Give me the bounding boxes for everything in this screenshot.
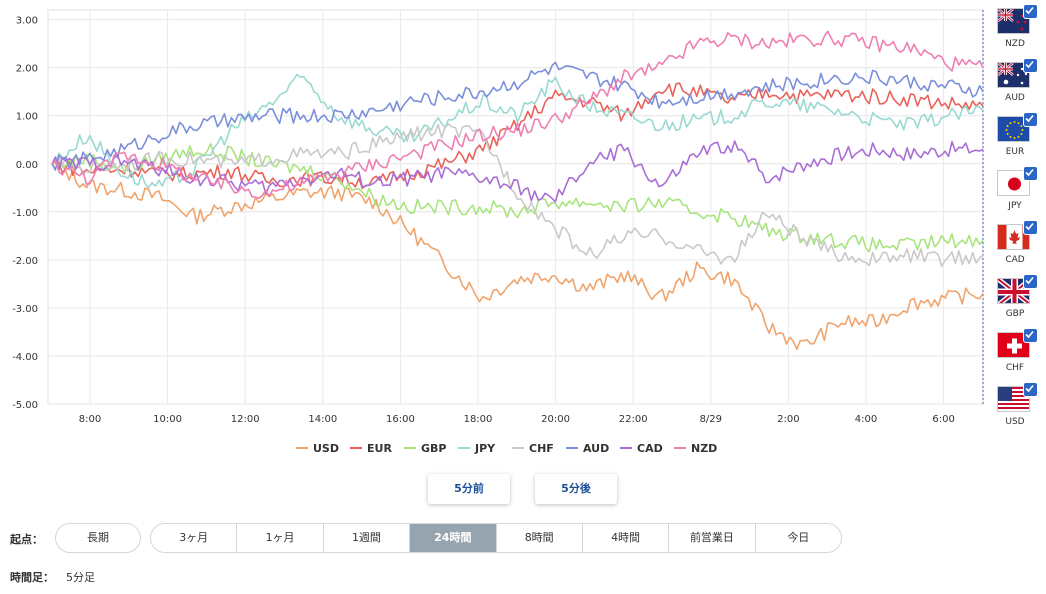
y-tick-label: 1.00 <box>16 112 38 123</box>
legend-item-eur[interactable]: EUR <box>350 442 392 455</box>
legend-label: NZD <box>691 442 717 455</box>
flag-toggle-chf[interactable]: CHF <box>994 328 1038 384</box>
legend-item-gbp[interactable]: GBP <box>404 442 446 455</box>
flag-label: EUR <box>1005 147 1025 157</box>
flag-toggle-jpy[interactable]: JPY <box>994 166 1038 222</box>
flag-toggle-usd[interactable]: USD <box>994 382 1038 438</box>
range-option[interactable]: 3ヶ月 <box>151 524 236 552</box>
checkmark-icon <box>1023 166 1038 181</box>
flag-label: JPY <box>1008 201 1022 211</box>
x-tick-label: 20:00 <box>541 414 570 425</box>
start-point-label: 起点： <box>10 533 43 546</box>
checkmark-icon <box>1023 112 1038 127</box>
flag-toggle-gbp[interactable]: GBP <box>994 274 1038 330</box>
flag-label: GBP <box>1005 309 1025 319</box>
flag-label: CHF <box>1005 363 1025 373</box>
range-selector: 3ヶ月 1ヶ月 1週間 24時間 8時間 4時間 前営業日 今日 <box>150 523 842 553</box>
chart-series <box>51 30 984 350</box>
legend-label: GBP <box>421 442 446 455</box>
legend-item-aud[interactable]: AUD <box>566 442 609 455</box>
legend-item-nzd[interactable]: NZD <box>674 442 717 455</box>
legend-label: USD <box>313 442 339 455</box>
x-tick-label: 14:00 <box>308 414 337 425</box>
x-tick-label: 6:00 <box>932 414 954 425</box>
plot-frame <box>47 9 984 405</box>
prev-5min-button[interactable]: 5分前 <box>428 474 510 504</box>
x-tick-label: 8:00 <box>79 414 101 425</box>
flag-toggle-eur[interactable]: EUR <box>994 112 1038 168</box>
flag-label: USD <box>1005 417 1025 427</box>
range-option[interactable]: 今日 <box>754 524 841 552</box>
line-chart: 3.00 2.00 1.00 0.00 -1.00 -2.00 -3.00 -4.00 -5.0… <box>12 9 984 455</box>
x-tick-label: 18:00 <box>464 414 493 425</box>
flag-toggle-aud[interactable]: AUD <box>994 58 1038 114</box>
legend-label: EUR <box>367 442 392 455</box>
legend-item-jpy[interactable]: JPY <box>458 442 496 455</box>
x-tick-label: 10:00 <box>153 414 182 425</box>
x-tick-label: 16:00 <box>386 414 415 425</box>
checkmark-icon <box>1023 274 1038 289</box>
y-tick-label: 3.00 <box>16 16 38 27</box>
flag-toggle-nzd[interactable]: NZD <box>994 4 1038 60</box>
y-tick-label: -2.00 <box>12 256 38 267</box>
flag-label: AUD <box>1005 93 1025 103</box>
legend-item-usd[interactable]: USD <box>296 442 339 455</box>
flag-label: CAD <box>1005 255 1025 265</box>
range-long-button[interactable]: 長期 <box>55 523 141 553</box>
checkmark-icon <box>1023 382 1038 397</box>
timeframe-label: 時間足： <box>10 571 54 584</box>
x-tick-label: 2:00 <box>777 414 799 425</box>
range-option[interactable]: 1ヶ月 <box>236 524 322 552</box>
flag-toggle-cad[interactable]: CAD <box>994 220 1038 276</box>
x-tick-label: 8/29 <box>700 414 722 425</box>
legend-label: JPY <box>474 442 496 455</box>
range-option[interactable]: 8時間 <box>495 524 582 552</box>
legend-label: CAD <box>637 442 663 455</box>
x-tick-label: 22:00 <box>619 414 648 425</box>
y-tick-label: -3.00 <box>12 304 38 315</box>
chart-grid <box>47 9 984 405</box>
y-tick-label: 2.00 <box>16 64 38 75</box>
chart-axes: 3.00 2.00 1.00 0.00 -1.00 -2.00 -3.00 -4.00 -5.0… <box>12 10 984 425</box>
range-option[interactable]: 4時間 <box>581 524 668 552</box>
checkmark-icon <box>1023 328 1038 343</box>
series-line-eur <box>51 82 984 190</box>
checkmark-icon <box>1023 4 1038 19</box>
checkmark-icon <box>1023 220 1038 235</box>
y-tick-label: 0.00 <box>16 160 38 171</box>
checkmark-icon <box>1023 58 1038 73</box>
range-option[interactable]: 1週間 <box>322 524 409 552</box>
x-tick-label: 12:00 <box>231 414 260 425</box>
next-5min-button[interactable]: 5分後 <box>535 474 617 504</box>
x-tick-label: 4:00 <box>855 414 877 425</box>
range-option[interactable]: 前営業日 <box>668 524 754 552</box>
y-tick-label: -5.00 <box>12 400 38 411</box>
legend-item-chf[interactable]: CHF <box>512 442 554 455</box>
chart-legend[interactable]: USD EUR GBP JPY CHF AUD CAD NZD <box>296 442 717 455</box>
y-tick-label: -4.00 <box>12 352 38 363</box>
timeframe-value: 5分足 <box>66 571 95 584</box>
y-tick-label: -1.00 <box>12 208 38 219</box>
flag-label: NZD <box>1005 39 1025 49</box>
legend-item-cad[interactable]: CAD <box>620 442 663 455</box>
range-option[interactable]: 24時間 <box>409 524 496 552</box>
legend-label: AUD <box>583 442 609 455</box>
legend-label: CHF <box>529 442 554 455</box>
